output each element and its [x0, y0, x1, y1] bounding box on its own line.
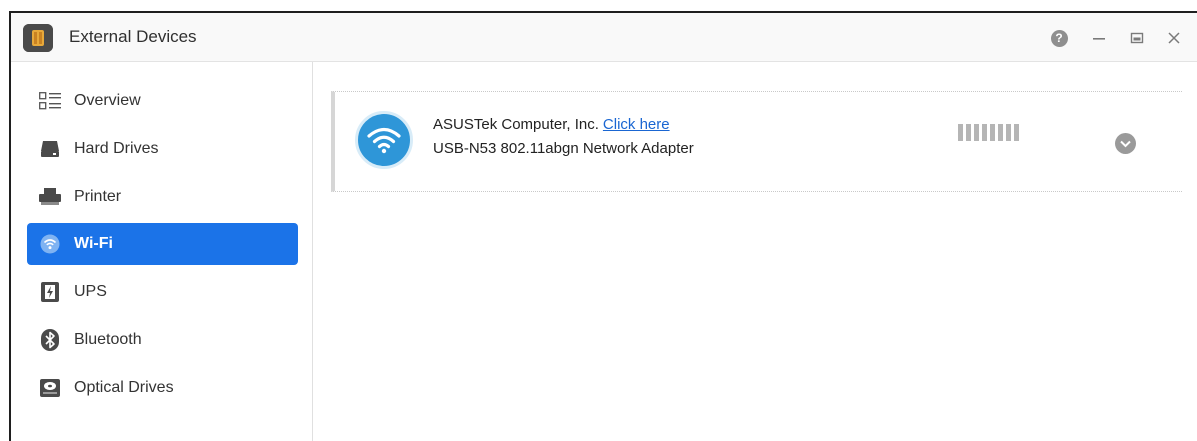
window-title: External Devices [69, 27, 197, 46]
help-button[interactable]: ? [1048, 27, 1070, 49]
bluetooth-icon [39, 329, 61, 351]
sidebar-item-label: Optical Drives [74, 379, 174, 396]
sidebar-item-label: Bluetooth [74, 331, 142, 348]
expand-device-button[interactable] [1115, 133, 1136, 154]
overview-list-icon [39, 90, 61, 112]
signal-bar [974, 124, 979, 141]
sidebar: Overview Hard Drives Printer Wi-Fi UPS B… [11, 62, 313, 441]
signal-bar [958, 124, 963, 141]
signal-bar [982, 124, 987, 141]
printer-icon [39, 186, 61, 208]
sidebar-item-label: Hard Drives [74, 140, 159, 157]
hard-drive-icon [39, 138, 61, 160]
device-vendor: ASUSTek Computer, Inc. [433, 116, 599, 133]
sidebar-item-optical-drives[interactable]: Optical Drives [27, 367, 298, 409]
maximize-button[interactable] [1126, 27, 1148, 49]
sidebar-item-wifi[interactable]: Wi-Fi [27, 223, 298, 265]
sidebar-item-hard-drives[interactable]: Hard Drives [27, 128, 298, 170]
close-button[interactable] [1163, 27, 1185, 49]
sidebar-item-bluetooth[interactable]: Bluetooth [27, 319, 298, 361]
sidebar-item-label: UPS [74, 283, 107, 300]
optical-drive-icon [39, 377, 61, 399]
chevron-down-icon [1120, 140, 1131, 147]
sidebar-item-label: Printer [74, 188, 122, 205]
signal-bar [998, 124, 1003, 141]
app-logo-icon [23, 24, 53, 52]
help-icon: ? [1050, 29, 1068, 47]
sidebar-item-label: Overview [74, 92, 141, 109]
signal-bar [1014, 124, 1019, 141]
signal-bar [966, 124, 971, 141]
maximize-icon [1130, 32, 1144, 44]
click-here-link[interactable]: Click here [603, 116, 670, 133]
minimize-button[interactable] [1088, 27, 1110, 49]
main-content: ASUSTek Computer, Inc. Click here USB-N53… [314, 62, 1197, 441]
sidebar-item-overview[interactable]: Overview [27, 80, 298, 122]
signal-bar [990, 124, 995, 141]
wifi-icon [39, 233, 61, 255]
title-bar: External Devices ? [11, 13, 1197, 62]
device-vendor-line: ASUSTek Computer, Inc. Click here [433, 116, 670, 133]
sidebar-item-label: Wi-Fi [74, 235, 113, 252]
ups-battery-icon [39, 281, 61, 303]
close-icon [1168, 32, 1180, 44]
signal-bar [1006, 124, 1011, 141]
device-card: ASUSTek Computer, Inc. Click here USB-N53… [331, 91, 1182, 192]
external-devices-window: External Devices ? Overview Hard Drives … [9, 11, 1197, 441]
sidebar-item-printer[interactable]: Printer [27, 176, 298, 218]
minimize-icon [1093, 38, 1105, 40]
device-model: USB-N53 802.11abgn Network Adapter [433, 140, 694, 157]
wifi-icon [355, 111, 413, 169]
sidebar-item-ups[interactable]: UPS [27, 271, 298, 313]
signal-strength-meter [958, 124, 1019, 141]
